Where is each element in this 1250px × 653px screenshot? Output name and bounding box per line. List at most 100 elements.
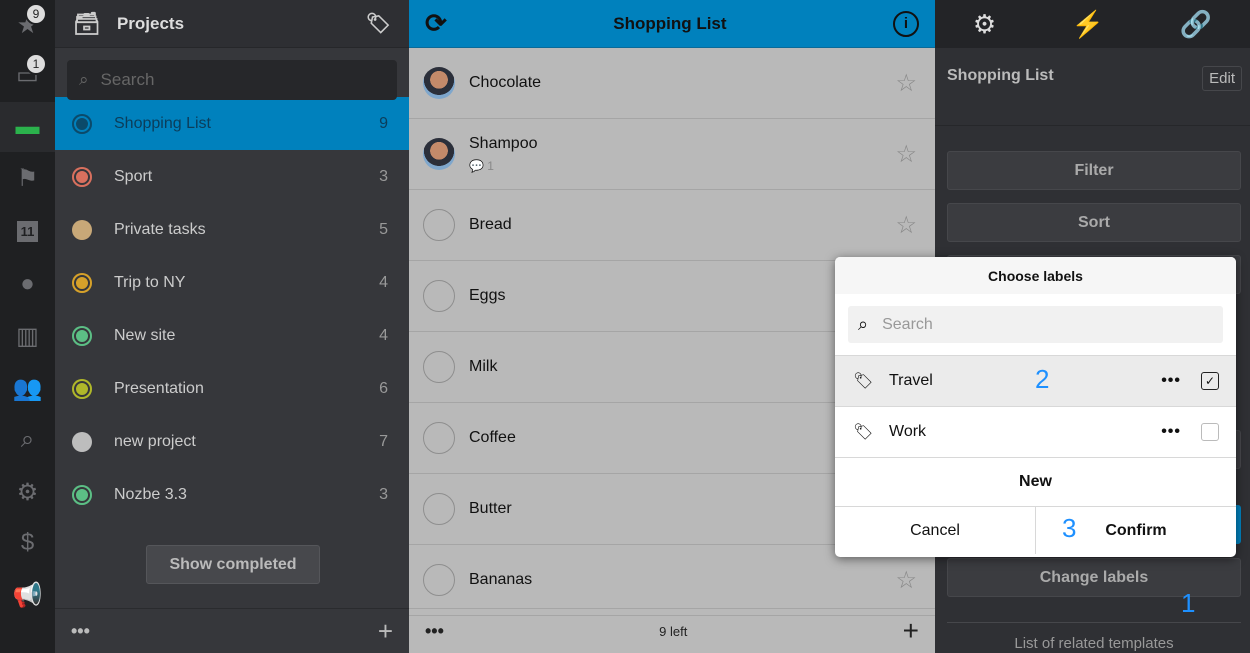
task-row[interactable]: Bread ☆ xyxy=(409,190,935,261)
avatar xyxy=(423,67,455,99)
sync-icon[interactable]: ⟳ xyxy=(425,8,447,39)
project-count: 4 xyxy=(379,273,388,291)
search-icon[interactable]: ⌕ xyxy=(0,415,55,465)
complete-checkbox[interactable] xyxy=(423,422,455,454)
label-row[interactable]: 🏷 Work ••• xyxy=(835,406,1236,457)
project-item[interactable]: Shopping List 9 xyxy=(55,97,409,150)
new-label-button[interactable]: New xyxy=(835,457,1236,506)
billing-icon[interactable]: $ xyxy=(0,518,55,568)
project-color-dot xyxy=(72,272,92,293)
cancel-button[interactable]: Cancel xyxy=(835,507,1036,554)
info-icon[interactable]: i xyxy=(893,10,919,37)
project-name: Sport xyxy=(114,167,153,185)
label-checkbox[interactable] xyxy=(1201,423,1219,441)
step-number-2: 2 xyxy=(1035,364,1050,394)
show-completed-button[interactable]: Show completed xyxy=(146,545,320,584)
project-color-dot xyxy=(72,431,92,452)
attachments-tab-icon[interactable]: 🔗 xyxy=(1180,9,1212,40)
projects-title: Projects xyxy=(116,13,185,33)
filter-button[interactable]: Filter xyxy=(947,151,1241,190)
avatar xyxy=(423,138,455,170)
star-icon[interactable]: ☆ xyxy=(895,140,917,169)
more-icon[interactable]: ••• xyxy=(71,621,90,642)
sort-button[interactable]: Sort xyxy=(947,203,1241,242)
project-item[interactable]: Private tasks 5 xyxy=(55,203,409,256)
project-name: Presentation xyxy=(114,379,204,397)
cancel-label: Cancel xyxy=(910,521,960,539)
comments-icon[interactable]: ● xyxy=(0,259,55,309)
tasks-left-count: 9 left xyxy=(659,623,688,639)
details-tabs: ⚙ ⚡ 🔗 xyxy=(935,0,1250,48)
megaphone-icon[interactable]: 📢 xyxy=(0,570,55,620)
star-icon[interactable]: ★ 9 xyxy=(0,0,55,50)
tag-icon: 🏷 xyxy=(853,373,874,390)
projects-search-input[interactable]: ⌕ Search xyxy=(67,60,397,100)
comment-count: 1 xyxy=(487,159,494,173)
calendar-icon[interactable]: 11 xyxy=(0,206,55,256)
complete-checkbox[interactable] xyxy=(423,280,455,312)
add-task-icon[interactable]: + xyxy=(903,615,919,647)
task-name: Coffee xyxy=(469,429,516,446)
step-number-3: 3 xyxy=(1062,513,1077,543)
projects-footer: ••• + xyxy=(55,608,409,653)
list-title: Shopping List xyxy=(613,13,727,33)
complete-checkbox[interactable] xyxy=(423,564,455,596)
project-item[interactable]: Trip to NY 4 xyxy=(55,256,409,309)
project-item[interactable]: Nozbe 3.3 3 xyxy=(55,468,409,521)
star-icon[interactable]: ☆ xyxy=(895,69,917,98)
flag-icon[interactable]: ⚑ xyxy=(0,153,55,203)
project-item[interactable]: new project 7 xyxy=(55,415,409,468)
badge-count: 9 xyxy=(25,3,47,25)
templates-icon-glyph: ▥ xyxy=(16,322,39,350)
project-item[interactable]: Sport 3 xyxy=(55,150,409,203)
search-icon: ⌕ xyxy=(79,70,89,89)
step-number-1: 1 xyxy=(1181,588,1196,618)
projects-icon[interactable]: ▬ xyxy=(0,102,55,152)
complete-checkbox[interactable] xyxy=(423,351,455,383)
more-icon[interactable]: ••• xyxy=(1161,423,1181,441)
edit-button[interactable]: Edit xyxy=(1202,66,1242,91)
project-name: Trip to NY xyxy=(114,273,186,291)
task-name: Milk xyxy=(469,358,498,375)
tag-icon[interactable]: 🏷 xyxy=(366,11,391,36)
star-icon[interactable]: ☆ xyxy=(895,566,917,595)
label-checkbox[interactable]: ✓ xyxy=(1201,372,1219,390)
project-item[interactable]: Presentation 6 xyxy=(55,362,409,415)
confirm-button[interactable]: 3 Confirm xyxy=(1036,507,1236,554)
confirm-label: Confirm xyxy=(1105,521,1167,539)
complete-checkbox[interactable] xyxy=(423,209,455,241)
flag-icon-glyph: ⚑ xyxy=(16,164,39,192)
change-labels-button[interactable]: Change labels xyxy=(947,558,1241,597)
billing-icon-glyph: $ xyxy=(20,529,35,556)
complete-checkbox[interactable] xyxy=(423,493,455,525)
templates-icon[interactable]: ▥ xyxy=(0,311,55,361)
add-project-icon[interactable]: + xyxy=(378,616,393,647)
label-row[interactable]: 🏷 Travel 2 ••• ✓ xyxy=(835,355,1236,406)
projects-panel: 🗃 Projects 🏷 Shopping List 9 Sport 3 Private… xyxy=(55,0,409,653)
more-icon[interactable]: ••• xyxy=(1161,372,1181,390)
task-row[interactable]: Chocolate ☆ xyxy=(409,48,935,119)
team-icon[interactable]: 👥 xyxy=(0,363,55,413)
settings-tab-icon[interactable]: ⚙ xyxy=(973,9,996,40)
task-row[interactable]: Shampoo 💬 1 ☆ xyxy=(409,119,935,190)
projects-icon: 🗃 xyxy=(73,10,101,36)
labels-search-input[interactable]: ⌕ Search xyxy=(848,306,1223,343)
label-name: Work xyxy=(889,423,927,440)
tag-icon: 🏷 xyxy=(853,424,874,441)
actions-tab-icon[interactable]: ⚡ xyxy=(1072,9,1104,40)
related-templates-link[interactable]: List of related templates xyxy=(947,622,1241,652)
project-name: Nozbe 3.3 xyxy=(114,485,187,503)
settings-icon[interactable]: ⚙ xyxy=(0,467,55,517)
more-icon[interactable]: ••• xyxy=(425,621,444,642)
project-item[interactable]: New site 4 xyxy=(55,309,409,362)
badge-count: 1 xyxy=(25,53,47,75)
task-name: Bread xyxy=(469,216,512,233)
project-color-dot xyxy=(72,166,92,187)
icon-rail: ★ 9 ▭ 1 ▬ ⚑ 11 ● ▥ 👥 ⌕ ⚙ $ 📢 xyxy=(0,0,55,653)
label-name: Travel xyxy=(889,372,933,389)
project-count: 9 xyxy=(379,114,388,132)
star-icon[interactable]: ☆ xyxy=(895,211,917,240)
inbox-icon[interactable]: ▭ 1 xyxy=(0,50,55,100)
task-name: Bananas xyxy=(469,571,533,588)
project-name: New site xyxy=(114,326,176,344)
